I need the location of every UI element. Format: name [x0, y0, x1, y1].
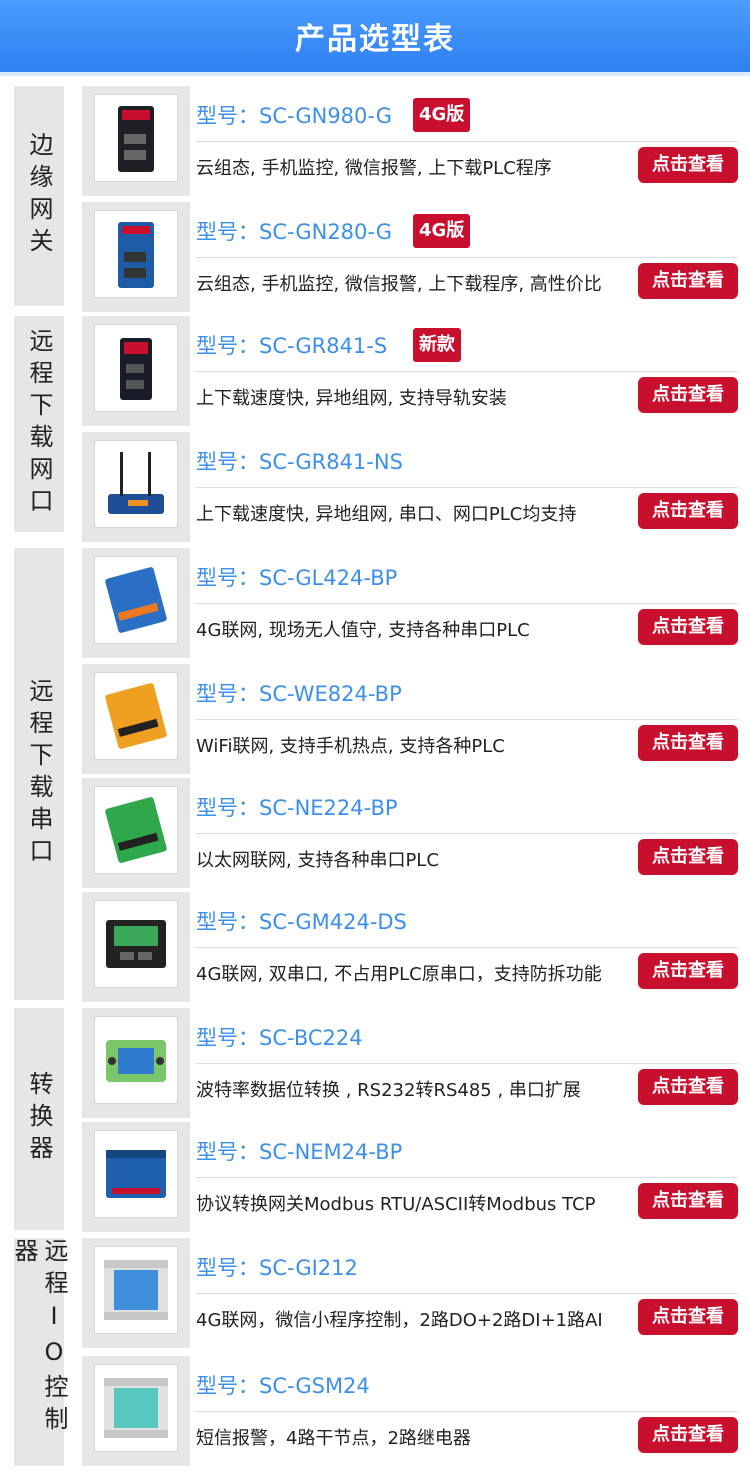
product-model: 型号：SC-NEM24-BP [196, 1140, 403, 1164]
category-remote-io-controller: 远程IO控制器 [10, 1238, 68, 1466]
product-description: 4G联网，微信小程序控制，2路DO+2路DI+1路AI [196, 1310, 603, 1331]
product-description: 4G联网, 双串口, 不占用PLC原串口，支持防拆功能 [196, 964, 602, 985]
serial-module-image[interactable] [94, 786, 178, 874]
view-details-button[interactable]: 点击查看 [638, 609, 738, 645]
product-badge: 4G版 [413, 214, 471, 248]
product-badge: 新款 [413, 328, 461, 362]
industrial-gateway-image[interactable] [94, 210, 178, 298]
product-model: 型号：SC-GI212 [196, 1256, 358, 1280]
category-label: 边缘网关 [25, 132, 53, 260]
product-description: 4G联网, 现场无人值守, 支持各种串口PLC [196, 620, 530, 641]
product-model: 型号：SC-GR841-S [196, 334, 388, 358]
category-label: 远程下载网口 [25, 328, 53, 520]
product-card: 型号：SC-GSM24 短信报警，4路干节点，2路继电器 点击查看 [82, 1356, 744, 1466]
view-details-button[interactable]: 点击查看 [638, 1417, 738, 1453]
divider [196, 257, 738, 258]
view-details-button[interactable]: 点击查看 [638, 377, 738, 413]
product-card: 型号：SC-GL424-BP 4G联网, 现场无人值守, 支持各种串口PLC 点… [82, 548, 744, 658]
industrial-gateway-image[interactable] [94, 94, 178, 182]
product-description: 上下载速度快, 异地组网, 串口、网口PLC均支持 [196, 504, 577, 525]
protocol-gateway-image[interactable] [94, 1130, 178, 1218]
product-description: 云组态, 手机监控, 微信报警, 上下载程序, 高性价比 [196, 274, 602, 295]
dual-serial-module-image[interactable] [94, 900, 178, 988]
product-card: 型号：SC-NE224-BP 以太网联网, 支持各种串口PLC 点击查看 [82, 778, 744, 888]
divider [196, 603, 738, 604]
view-details-button[interactable]: 点击查看 [638, 725, 738, 761]
product-model: 型号：SC-GM424-DS [196, 910, 407, 934]
product-card: 型号：SC-NEM24-BP 协议转换网关Modbus RTU/ASCII转Mo… [82, 1122, 744, 1232]
product-model: 型号：SC-GR841-NS [196, 450, 403, 474]
antenna-router-image[interactable] [94, 440, 178, 528]
product-model: 型号：SC-WE824-BP [196, 682, 402, 706]
product-card: 型号：SC-GR841-S 新款 上下载速度快, 异地组网, 支持导轨安装 点击… [82, 316, 744, 426]
serial-module-image[interactable] [94, 556, 178, 644]
io-controller-image[interactable] [94, 1364, 178, 1452]
product-card: 型号：SC-GI212 4G联网，微信小程序控制，2路DO+2路DI+1路AI … [82, 1238, 744, 1348]
page-title: 产品选型表 [295, 22, 455, 57]
product-model: 型号：SC-GN980-G [196, 104, 393, 128]
product-card: 型号：SC-BC224 波特率数据位转换 , RS232转RS485 , 串口扩… [82, 1008, 744, 1118]
divider [196, 1177, 738, 1178]
view-details-button[interactable]: 点击查看 [638, 1069, 738, 1105]
product-card: 型号：SC-GN280-G 4G版 云组态, 手机监控, 微信报警, 上下载程序… [82, 202, 744, 312]
view-details-button[interactable]: 点击查看 [638, 493, 738, 529]
category-label: 远程下载串口 [25, 678, 53, 870]
view-details-button[interactable]: 点击查看 [638, 839, 738, 875]
product-description: 协议转换网关Modbus RTU/ASCII转Modbus TCP [196, 1194, 596, 1215]
page-header: 产品选型表 [0, 0, 750, 76]
view-details-button[interactable]: 点击查看 [638, 1183, 738, 1219]
router-image[interactable] [94, 324, 178, 412]
product-description: 上下载速度快, 异地组网, 支持导轨安装 [196, 388, 507, 409]
divider [196, 1293, 738, 1294]
category-label: 转换器 [25, 1071, 53, 1167]
product-description: 短信报警，4路干节点，2路继电器 [196, 1428, 471, 1449]
product-model: 型号：SC-GL424-BP [196, 566, 398, 590]
divider [196, 141, 738, 142]
view-details-button[interactable]: 点击查看 [638, 953, 738, 989]
divider [196, 371, 738, 372]
product-card: 型号：SC-WE824-BP WiFi联网, 支持手机热点, 支持各种PLC 点… [82, 664, 744, 774]
product-description: WiFi联网, 支持手机热点, 支持各种PLC [196, 736, 505, 757]
product-card: 型号：SC-GM424-DS 4G联网, 双串口, 不占用PLC原串口，支持防拆… [82, 892, 744, 1002]
product-description: 波特率数据位转换 , RS232转RS485 , 串口扩展 [196, 1080, 581, 1101]
view-details-button[interactable]: 点击查看 [638, 147, 738, 183]
product-model: 型号：SC-NE224-BP [196, 796, 398, 820]
product-description: 云组态, 手机监控, 微信报警, 上下载PLC程序 [196, 158, 552, 179]
product-card: 型号：SC-GR841-NS 上下载速度快, 异地组网, 串口、网口PLC均支持… [82, 432, 744, 542]
product-description: 以太网联网, 支持各种串口PLC [196, 850, 439, 871]
divider [196, 947, 738, 948]
category-label: 远程IO控制器 [10, 1238, 68, 1438]
divider [196, 487, 738, 488]
divider [196, 719, 738, 720]
product-model: 型号：SC-GSM24 [196, 1374, 370, 1398]
product-card: 型号：SC-GN980-G 4G版 云组态, 手机监控, 微信报警, 上下载PL… [82, 86, 744, 196]
product-model: 型号：SC-GN280-G [196, 220, 393, 244]
divider [196, 833, 738, 834]
divider [196, 1063, 738, 1064]
view-details-button[interactable]: 点击查看 [638, 1299, 738, 1335]
product-model: 型号：SC-BC224 [196, 1026, 363, 1050]
io-controller-image[interactable] [94, 1246, 178, 1334]
converter-image[interactable] [94, 1016, 178, 1104]
category-remote-download-serial: 远程下载串口 [14, 548, 64, 1000]
view-details-button[interactable]: 点击查看 [638, 263, 738, 299]
product-badge: 4G版 [413, 98, 471, 132]
divider [196, 1411, 738, 1412]
category-edge-gateway: 边缘网关 [14, 86, 64, 306]
category-remote-download-ethernet: 远程下载网口 [14, 316, 64, 532]
category-converter: 转换器 [14, 1008, 64, 1230]
serial-module-image[interactable] [94, 672, 178, 760]
